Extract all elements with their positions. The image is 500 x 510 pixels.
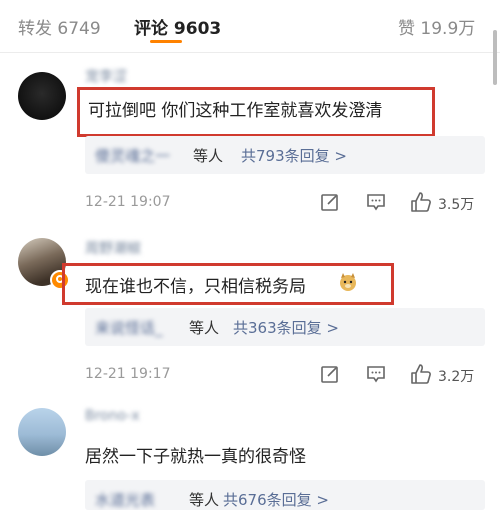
reply-user-name: 水道光表 bbox=[95, 491, 156, 509]
scrollbar[interactable] bbox=[493, 30, 497, 85]
reply-summary[interactable]: 水道光表 等人 共676条回复 > bbox=[85, 480, 485, 510]
highlight-box bbox=[62, 263, 394, 305]
highlight-box bbox=[77, 87, 435, 137]
comment-time: 12-21 19:07 bbox=[85, 194, 171, 210]
reply-count-link[interactable]: 共793条回复 > bbox=[241, 145, 347, 166]
commenter-username[interactable]: 周野潮椒 bbox=[85, 238, 141, 258]
commenter-avatar[interactable] bbox=[18, 72, 66, 120]
tab-repost[interactable]: 转发 6749 bbox=[18, 14, 101, 39]
active-tab-indicator bbox=[150, 40, 182, 43]
like-icon[interactable] bbox=[410, 191, 432, 213]
reply-user-name: 傻灵魂之一 bbox=[95, 147, 171, 165]
commenter-avatar[interactable] bbox=[18, 408, 66, 456]
reply-summary[interactable]: 来说怪话_ 等人 共363条回复 > bbox=[85, 308, 485, 346]
comment-icon[interactable] bbox=[366, 192, 386, 212]
comment-text: 居然一下子就热一真的很奇怪 bbox=[85, 447, 306, 467]
reply-summary[interactable]: 傻灵魂之一 等人 共793条回复 > bbox=[85, 136, 485, 174]
tab-comments[interactable]: 评论 9603 bbox=[134, 14, 221, 39]
tabs-divider bbox=[0, 52, 500, 53]
like-count: 3.5万 bbox=[438, 197, 475, 213]
comment-time: 12-21 19:17 bbox=[85, 366, 171, 382]
reply-others-label: 等人 bbox=[193, 147, 224, 165]
like-icon[interactable] bbox=[410, 363, 432, 385]
repost-icon[interactable] bbox=[320, 364, 340, 384]
reply-others-label: 等人 bbox=[189, 319, 220, 337]
like-count: 3.2万 bbox=[438, 369, 475, 385]
reply-count-link[interactable]: 共676条回复 > bbox=[223, 489, 329, 510]
reply-count-link[interactable]: 共363条回复 > bbox=[233, 317, 339, 338]
reply-user-name: 来说怪话_ bbox=[95, 319, 163, 337]
commenter-username[interactable]: Brono-x bbox=[85, 408, 140, 424]
tab-likes[interactable]: 赞 19.9万 bbox=[398, 14, 475, 39]
reply-others-label: 等人 bbox=[189, 491, 220, 509]
commenter-username[interactable]: 宠李涩 bbox=[85, 66, 127, 86]
comment-icon[interactable] bbox=[366, 364, 386, 384]
repost-icon[interactable] bbox=[320, 192, 340, 212]
comment-tabs: 转发 6749 评论 9603 赞 19.9万 bbox=[0, 0, 500, 52]
